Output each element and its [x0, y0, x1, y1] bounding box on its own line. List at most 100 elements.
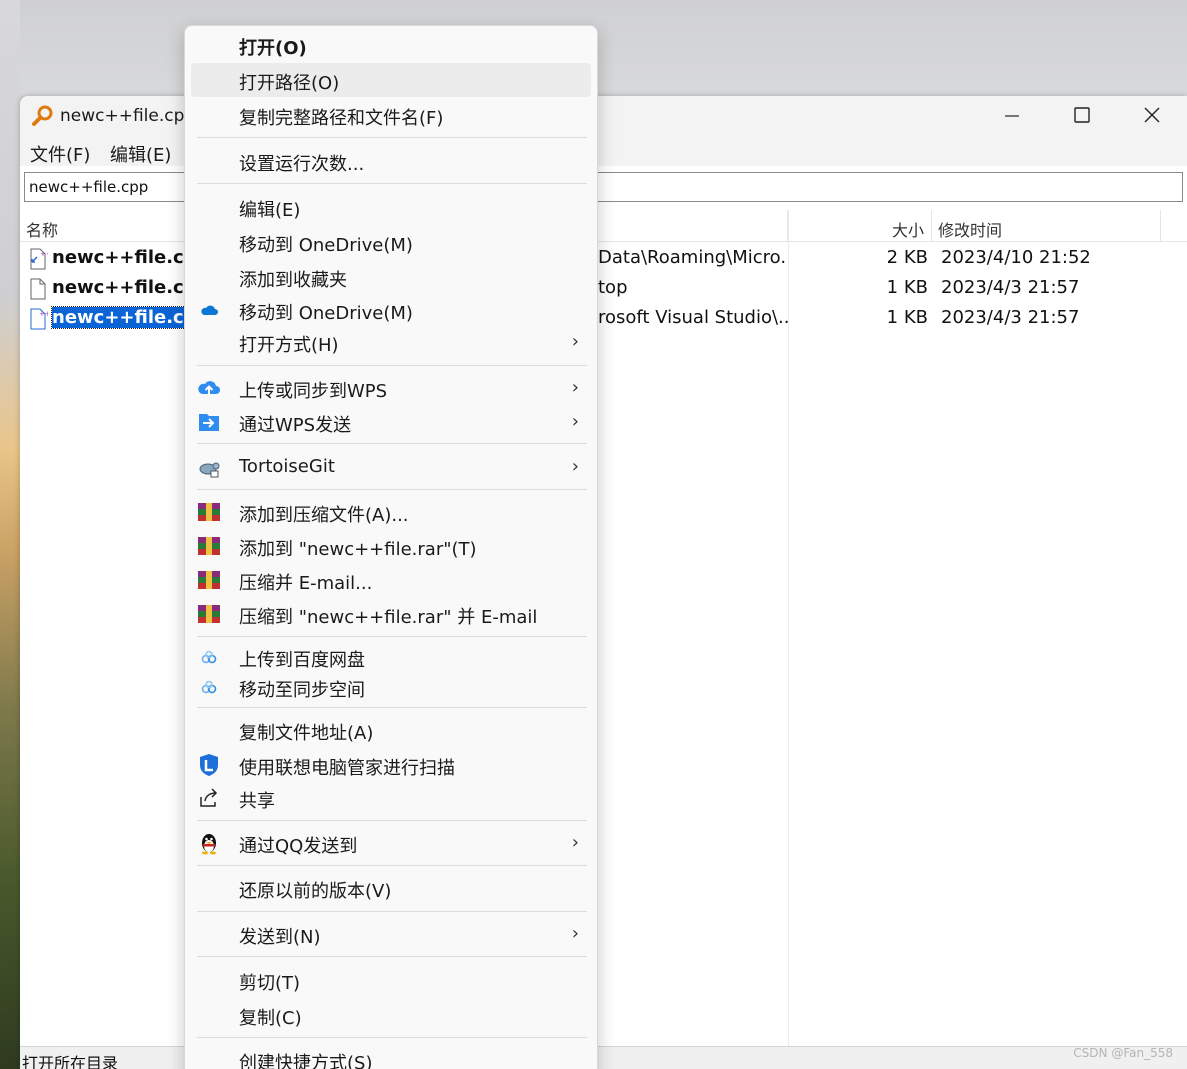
winrar-icon	[197, 602, 221, 626]
file-size: 2 KB	[886, 247, 928, 268]
menu-item-send-via-qq[interactable]: 通过QQ发送到 ›	[191, 826, 591, 860]
menu-item-label: 复制完整路径和文件名(F)	[239, 108, 444, 129]
wps-cloud-upload-icon	[197, 376, 221, 400]
menu-item-send-to[interactable]: 发送到(N) ›	[191, 917, 591, 951]
menu-item-edit[interactable]: 编辑(E)	[191, 190, 591, 224]
menu-item-add-to-archive[interactable]: 添加到压缩文件(A)...	[191, 495, 591, 529]
menu-item-label: 通过QQ发送到	[239, 836, 358, 857]
winrar-icon	[197, 568, 221, 592]
menu-item-label: 复制(C)	[239, 1008, 302, 1029]
chevron-right-icon: ›	[571, 331, 579, 352]
menu-divider	[197, 820, 587, 821]
column-divider[interactable]	[931, 210, 932, 242]
baidu-netdisk-icon	[197, 675, 221, 699]
menu-item-create-shortcut[interactable]: 创建快捷方式(S)	[191, 1043, 591, 1069]
file-icon	[28, 278, 48, 300]
chevron-right-icon: ›	[571, 832, 579, 853]
menu-item-label: 使用联想电脑管家进行扫描	[239, 758, 455, 779]
menu-item-share[interactable]: 共享	[191, 781, 591, 815]
menu-item-wps-send[interactable]: 通过WPS发送 ›	[191, 405, 591, 439]
close-icon	[1144, 107, 1160, 127]
context-menu: 打开(O) 打开路径(O) 复制完整路径和文件名(F) 设置运行次数... 编辑…	[184, 25, 598, 1069]
menu-item-move-to-sync-space[interactable]: 移动至同步空间	[191, 670, 591, 704]
svg-text:++: ++	[40, 250, 48, 258]
menu-item-label: 还原以前的版本(V)	[239, 881, 392, 902]
menu-item-label: 移动到 OneDrive(M)	[239, 303, 413, 324]
cpp-file-shortcut-icon: ++	[28, 248, 52, 270]
winrar-icon	[197, 534, 221, 558]
tortoisegit-icon	[197, 455, 221, 479]
menu-item-baidu-upload[interactable]: 上传到百度网盘	[191, 640, 591, 674]
file-path: rosoft Visual Studio\...	[598, 307, 788, 328]
menu-item-compress-email[interactable]: 压缩并 E-mail...	[191, 563, 591, 597]
file-path: top	[598, 277, 628, 298]
file-path: Data\Roaming\Micro...	[598, 247, 788, 268]
baidu-netdisk-icon	[197, 645, 221, 669]
file-modified: 2023/4/10 21:52	[941, 247, 1091, 268]
menu-item-label: 发送到(N)	[239, 927, 321, 948]
winrar-icon	[197, 500, 221, 524]
chevron-right-icon: ›	[571, 411, 579, 432]
chevron-right-icon: ›	[571, 377, 579, 398]
menu-item-copy-file-address[interactable]: 复制文件地址(A)	[191, 713, 591, 747]
menu-item-set-run-count[interactable]: 设置运行次数...	[191, 144, 591, 178]
menu-item-label: 通过WPS发送	[239, 415, 352, 436]
cpp-file-icon: ++	[28, 308, 51, 330]
menu-item-move-to-onedrive[interactable]: 移动到 OneDrive(M)	[191, 225, 591, 259]
path-column-area	[600, 242, 788, 1046]
menu-item-open[interactable]: 打开(O)	[191, 28, 591, 62]
menu-item-add-to-favorites[interactable]: 添加到收藏夹	[191, 260, 591, 294]
watermark: CSDN @Fan_558	[1073, 1046, 1173, 1060]
menu-item-add-to-rar[interactable]: 添加到 "newc++file.rar"(T)	[191, 529, 591, 563]
desktop-wallpaper-left	[0, 0, 20, 1069]
menu-divider	[197, 489, 587, 490]
qq-penguin-icon	[197, 831, 221, 855]
onedrive-cloud-icon	[197, 298, 221, 322]
menu-divider	[197, 956, 587, 957]
column-header-size[interactable]: 大小	[892, 217, 924, 241]
menu-item-tortoisegit[interactable]: TortoiseGit ›	[191, 450, 591, 484]
window-title: newc++file.cpp	[60, 106, 196, 126]
menu-divider	[197, 365, 587, 366]
menu-item-compress-to-rar-email[interactable]: 压缩到 "newc++file.rar" 并 E-mail	[191, 597, 591, 631]
file-modified: 2023/4/3 21:57	[941, 307, 1080, 328]
maximize-button[interactable]	[1047, 96, 1117, 138]
chevron-right-icon: ›	[571, 923, 579, 944]
menu-divider	[197, 865, 587, 866]
menu-item-open-with[interactable]: 打开方式(H) ›	[191, 325, 591, 359]
menu-item-copy[interactable]: 复制(C)	[191, 998, 591, 1032]
column-header-modified[interactable]: 修改时间	[938, 217, 1002, 241]
menu-divider	[197, 183, 587, 184]
menu-item-label: 压缩并 E-mail...	[239, 573, 373, 594]
menu-item-label: 复制文件地址(A)	[239, 723, 374, 744]
menu-item-open-path[interactable]: 打开路径(O)	[191, 63, 591, 97]
menu-item-label: TortoiseGit	[239, 456, 335, 477]
close-button[interactable]	[1117, 96, 1187, 138]
chevron-right-icon: ›	[571, 456, 579, 477]
menu-item-label: 设置运行次数...	[239, 154, 365, 175]
lenovo-shield-icon	[197, 753, 221, 777]
menu-item-label: 编辑(E)	[239, 200, 301, 221]
minimize-button[interactable]	[977, 96, 1047, 138]
menu-item-restore-previous-versions[interactable]: 还原以前的版本(V)	[191, 871, 591, 905]
menu-item-label: 添加到 "newc++file.rar"(T)	[239, 539, 477, 560]
menu-item-cut[interactable]: 剪切(T)	[191, 963, 591, 997]
minimize-icon	[1005, 108, 1019, 127]
menu-item-copy-full-path[interactable]: 复制完整路径和文件名(F)	[191, 98, 591, 132]
column-divider[interactable]	[1160, 210, 1161, 242]
menu-edit[interactable]: 编辑(E)	[110, 141, 171, 167]
menu-item-lenovo-scan[interactable]: 使用联想电脑管家进行扫描	[191, 748, 591, 782]
menu-divider	[197, 443, 587, 444]
column-header-name[interactable]: 名称	[26, 217, 58, 241]
menu-item-label: 打开(O)	[239, 38, 307, 59]
file-size: 1 KB	[886, 277, 928, 298]
menu-item-wps-upload-sync[interactable]: 上传或同步到WPS ›	[191, 371, 591, 405]
menu-file[interactable]: 文件(F)	[30, 141, 90, 167]
menu-item-move-to-onedrive-2[interactable]: 移动到 OneDrive(M)	[191, 293, 591, 327]
menu-item-label: 移动至同步空间	[239, 680, 365, 701]
menu-divider	[197, 137, 587, 138]
wps-send-icon	[197, 410, 221, 434]
menu-item-label: 打开方式(H)	[239, 335, 339, 356]
menu-item-label: 移动到 OneDrive(M)	[239, 235, 413, 256]
status-text: 打开所在目录	[22, 1054, 119, 1069]
